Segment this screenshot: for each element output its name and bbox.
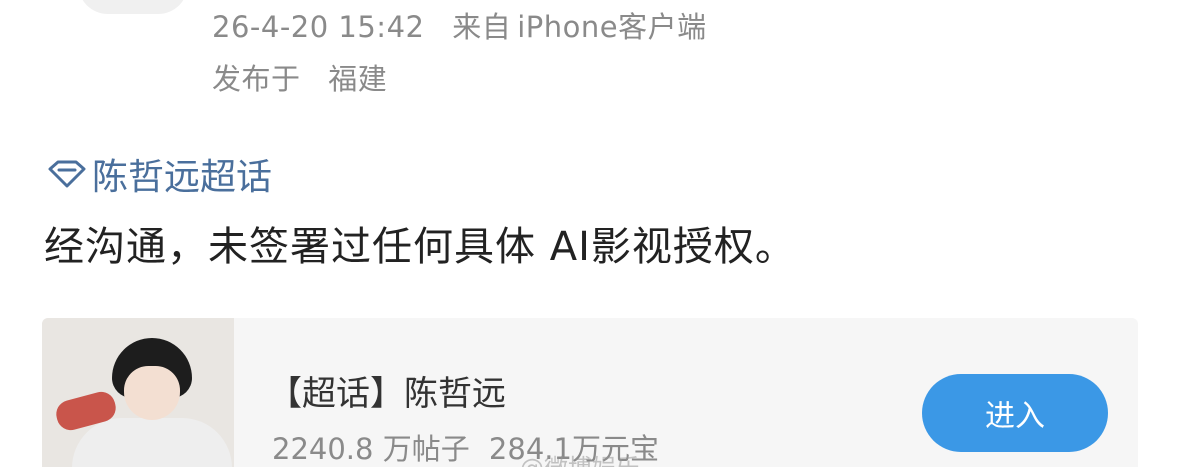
diamond-icon xyxy=(48,160,86,188)
post-location-prefix: 发布于 xyxy=(212,62,301,96)
post-meta-time: 26-4-20 15:42 来自 iPhone客户端 xyxy=(212,4,707,46)
post-location: 福建 xyxy=(328,62,388,96)
post-content: 经沟通，未签署过任何具体 AI影视授权。 xyxy=(44,224,796,270)
card-post-count: 2240.8 万帖子 xyxy=(272,432,470,466)
post-source: iPhone客户端 xyxy=(517,10,707,44)
post-source-prefix: 来自 xyxy=(452,10,512,44)
supertopic-link[interactable]: 陈哲远超话 xyxy=(46,148,272,200)
weibo-post-screen: 26-4-20 15:42 来自 iPhone客户端 发布于 福建 陈哲远超话 经… xyxy=(0,0,1179,467)
card-title: 【超话】陈哲远 xyxy=(268,374,506,414)
supertopic-label: 陈哲远超话 xyxy=(92,157,273,198)
supertopic-card[interactable]: 【超话】陈哲远 2240.8 万帖子 284.1万元宝 进入 xyxy=(42,318,1138,467)
enter-button[interactable]: 进入 xyxy=(922,374,1108,452)
supertopic-cover-image xyxy=(42,318,234,467)
post-meta-location: 发布于 福建 xyxy=(212,56,387,98)
watermark: @微博娱乐 xyxy=(520,448,640,467)
post-time: 26-4-20 15:42 xyxy=(212,10,425,44)
avatar[interactable] xyxy=(78,0,188,14)
